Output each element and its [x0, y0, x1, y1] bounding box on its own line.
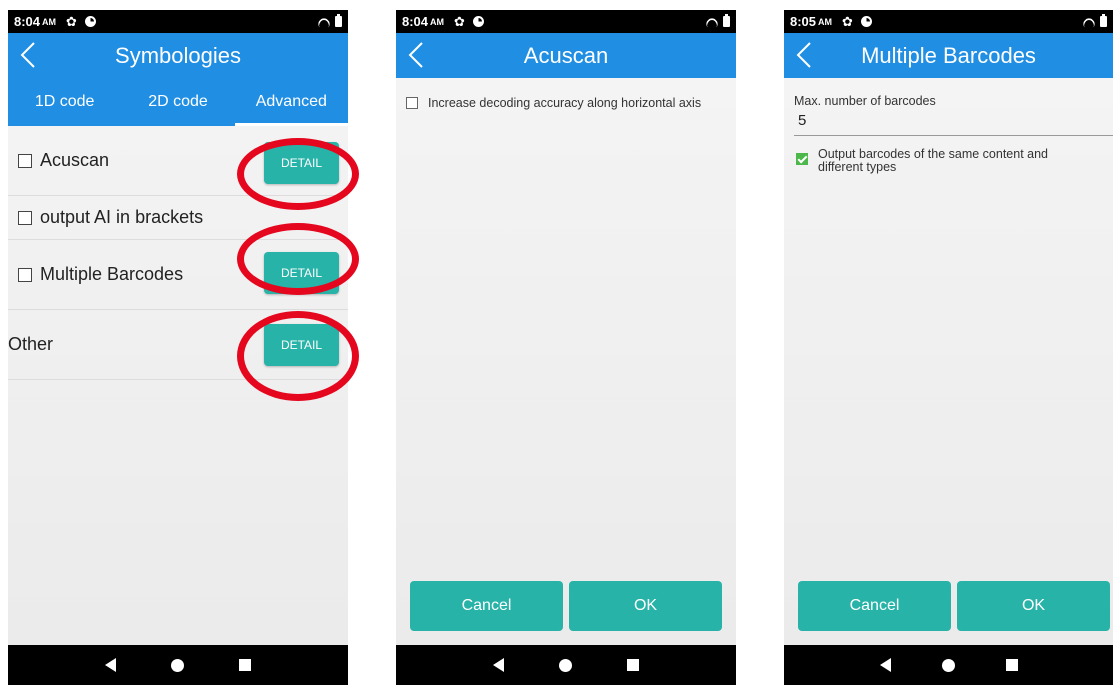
ok-button[interactable]: OK: [957, 581, 1110, 631]
tab-advanced[interactable]: Advanced: [234, 78, 348, 126]
acuscan-detail-button[interactable]: DETAIL: [264, 142, 339, 184]
gear-icon: ✿: [66, 13, 77, 29]
horizontal-accuracy-option[interactable]: Increase decoding accuracy along horizon…: [406, 96, 701, 110]
option-label-line1: Output barcodes of the same content and: [818, 147, 1049, 161]
nav-recents-icon[interactable]: [626, 659, 639, 671]
page-title: Multiple Barcodes: [861, 42, 1036, 68]
wifi-icon: [1082, 17, 1094, 27]
option-label: Increase decoding accuracy along horizon…: [428, 96, 702, 110]
nav-back-icon[interactable]: [493, 658, 505, 672]
output-ai-checkbox[interactable]: [18, 210, 32, 225]
cancel-button[interactable]: Cancel: [410, 581, 563, 631]
battery-icon: [335, 14, 342, 27]
max-barcodes-input[interactable]: 5: [794, 112, 1113, 136]
page-title: Symbologies: [115, 42, 241, 68]
output-same-content-checkbox[interactable]: [796, 153, 808, 165]
other-detail-button[interactable]: DETAIL: [264, 324, 339, 366]
dialog-buttons: Cancel OK: [798, 581, 1110, 631]
data-saver-icon: [472, 16, 484, 27]
wifi-icon: [705, 17, 717, 27]
wifi-icon: [317, 17, 329, 27]
nav-home-icon[interactable]: [170, 658, 184, 672]
status-time: 8:04: [14, 14, 41, 29]
status-bar: 8:04 AM ✿: [8, 10, 348, 33]
acuscan-checkbox[interactable]: [18, 153, 32, 168]
screen-acuscan: 8:04 AM ✿ Acuscan Increase decoding accu…: [396, 10, 736, 685]
page-title: Acuscan: [523, 42, 609, 68]
data-saver-icon: [860, 16, 872, 27]
nav-back-icon[interactable]: [105, 658, 117, 672]
list-item-output-ai[interactable]: output AI in brackets: [8, 196, 348, 240]
list-item-label: Acuscan: [40, 150, 110, 170]
nav-bar: [784, 645, 1113, 685]
horizontal-accuracy-checkbox[interactable]: [406, 97, 418, 109]
status-ampm: AM: [818, 16, 833, 27]
screen-symbologies: 8:04 AM ✿ Symbologies 1D code 2D code Ad…: [8, 10, 348, 685]
nav-home-icon[interactable]: [558, 658, 572, 672]
screen-multiple-barcodes: 8:05 AM ✿ Multiple Barcodes Max. number …: [784, 10, 1113, 685]
nav-back-icon[interactable]: [879, 658, 891, 672]
data-saver-icon: [84, 16, 96, 27]
tab-bar: 1D code 2D code Advanced: [8, 78, 348, 126]
status-time: 8:04: [402, 14, 429, 29]
app-bar: Multiple Barcodes: [784, 33, 1113, 78]
battery-icon: [1100, 14, 1107, 27]
multiple-barcodes-detail-button[interactable]: DETAIL: [264, 252, 339, 294]
battery-icon: [723, 14, 730, 27]
back-arrow-icon[interactable]: [788, 37, 820, 73]
nav-bar: [396, 645, 736, 685]
nav-recents-icon[interactable]: [1005, 659, 1018, 671]
cancel-button[interactable]: Cancel: [798, 581, 951, 631]
dialog-buttons: Cancel OK: [410, 581, 722, 631]
nav-bar: [8, 645, 348, 685]
gear-icon: ✿: [842, 13, 853, 29]
status-bar: 8:05 AM ✿: [784, 10, 1113, 33]
max-barcodes-label: Max. number of barcodes: [794, 94, 936, 108]
back-arrow-icon[interactable]: [12, 37, 44, 73]
option-label-line2: different types: [818, 160, 897, 174]
list-item-other[interactable]: Other DETAIL: [8, 310, 348, 380]
list-item-label: Other: [8, 334, 54, 354]
ok-button[interactable]: OK: [569, 581, 722, 631]
list-item-acuscan[interactable]: Acuscan DETAIL: [8, 126, 348, 196]
multiple-barcodes-checkbox[interactable]: [18, 267, 32, 282]
output-same-content-option[interactable]: Output barcodes of the same content and …: [796, 148, 1048, 174]
status-time: 8:05: [790, 14, 817, 29]
nav-recents-icon[interactable]: [238, 659, 251, 671]
list-item-label: Multiple Barcodes: [40, 264, 184, 284]
app-bar: Symbologies: [8, 33, 348, 78]
status-ampm: AM: [42, 16, 57, 27]
list-item-multiple-barcodes[interactable]: Multiple Barcodes DETAIL: [8, 240, 348, 310]
tab-2d-code[interactable]: 2D code: [121, 78, 234, 126]
status-bar: 8:04 AM ✿: [396, 10, 736, 33]
gear-icon: ✿: [454, 13, 465, 29]
back-arrow-icon[interactable]: [400, 37, 432, 73]
tab-1d-code[interactable]: 1D code: [8, 78, 121, 126]
nav-home-icon[interactable]: [941, 658, 955, 672]
app-bar: Acuscan: [396, 33, 736, 78]
list-item-label: output AI in brackets: [40, 207, 204, 227]
status-ampm: AM: [430, 16, 445, 27]
